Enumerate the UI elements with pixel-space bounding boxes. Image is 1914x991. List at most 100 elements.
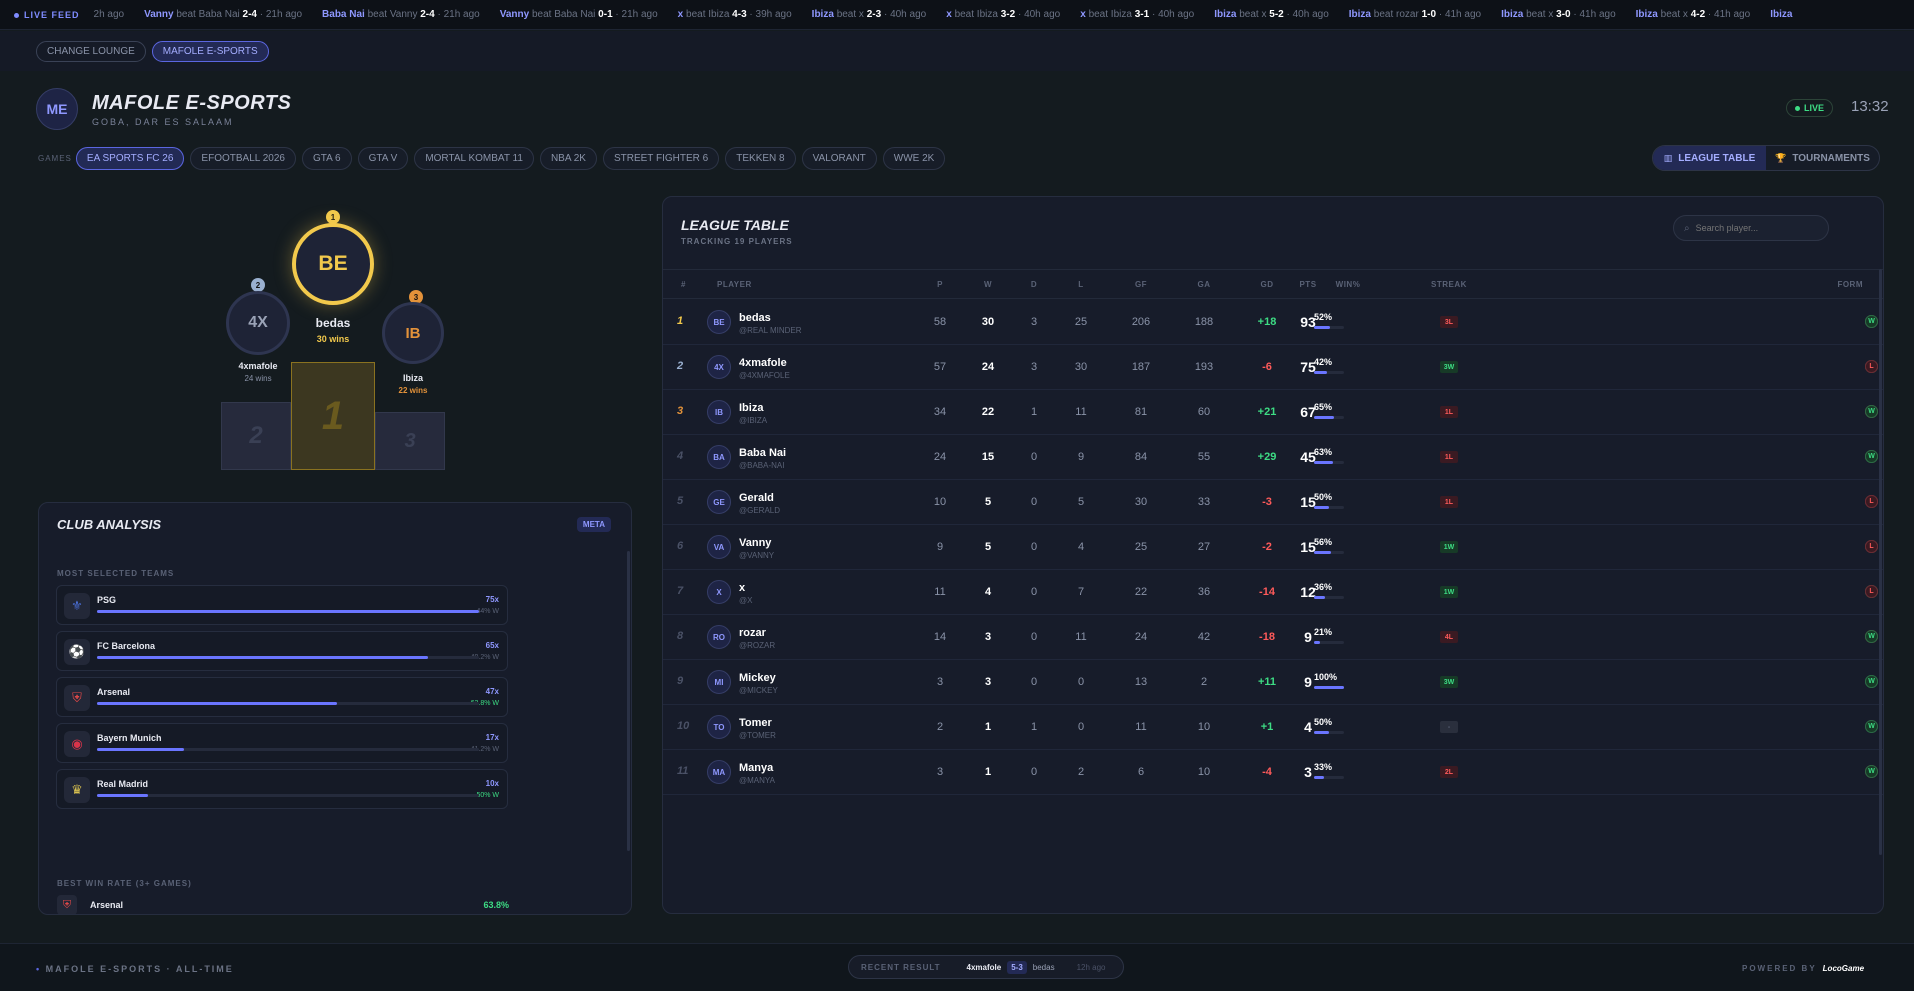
game-filter-gta-v[interactable]: GTA V bbox=[357, 147, 409, 170]
game-filter-valorant[interactable]: VALORANT bbox=[801, 147, 877, 170]
cell-w: 30 bbox=[981, 316, 995, 328]
game-filter-street-fighter-6[interactable]: STREET FIGHTER 6 bbox=[602, 147, 720, 170]
game-filter-tekken-8[interactable]: TEKKEN 8 bbox=[725, 147, 796, 170]
game-filter-efootball-2026[interactable]: EFOOTBALL 2026 bbox=[190, 147, 296, 170]
table-row[interactable]: 1 BE bedas @REAL MINDER 58 30 3 25 206 188 +18 93 52… bbox=[663, 300, 1883, 345]
cell-p: 3 bbox=[936, 676, 944, 688]
ticker-item[interactable]: x beat Ibiza 4-3 · 39h ago bbox=[678, 9, 792, 20]
table-row[interactable]: 10TOTomer@TOMER21101110+1450%-DW bbox=[663, 705, 1883, 750]
table-row[interactable]: 6VAVanny@VANNY95042527-21556%1WWLWLL bbox=[663, 525, 1883, 570]
team-crest-icon: ♛ bbox=[64, 777, 90, 803]
game-filter-mortal-kombat-11[interactable]: MORTAL KOMBAT 11 bbox=[414, 147, 534, 170]
league-table-tab[interactable]: ▥ LEAGUE TABLE bbox=[1653, 146, 1766, 170]
player-name[interactable]: Baba Nai bbox=[739, 447, 786, 459]
player-avatar[interactable]: VA bbox=[707, 535, 731, 559]
cell-ga: 188 bbox=[1194, 316, 1214, 328]
player-name[interactable]: Vanny bbox=[739, 537, 771, 549]
table-row[interactable]: 2 4X 4xmafole @4XMAFOLE 57 24 3 30 187 193 -6 75 42%… bbox=[663, 345, 1883, 390]
search-player-input[interactable] bbox=[1695, 223, 1816, 233]
table-header: # PLAYER P W D L GF GA GD PTS WIN% STREA… bbox=[663, 269, 1883, 299]
tournaments-tab[interactable]: 🏆 TOURNAMENTS bbox=[1766, 146, 1879, 170]
game-filter-gta-6[interactable]: GTA 6 bbox=[301, 147, 352, 170]
cell-l: 11 bbox=[1075, 406, 1087, 418]
ticker-item[interactable]: Ibiza beat x 3-0 · 41h ago bbox=[1501, 9, 1616, 20]
team-usage-fill bbox=[97, 748, 184, 751]
form-badge: L bbox=[1865, 540, 1878, 553]
team-row[interactable]: ⚜ PSG 75x 44% W bbox=[56, 585, 508, 625]
table-row[interactable]: 11MAManya@MANYA3102610-4333%2LLLW bbox=[663, 750, 1883, 795]
team-row[interactable]: ⚽ FC Barcelona 65x 49.2% W bbox=[56, 631, 508, 671]
player-name[interactable]: 4xmafole bbox=[739, 357, 787, 369]
table-row[interactable]: 8ROrozar@ROZAR1430112442-18921%4LLLLLW bbox=[663, 615, 1883, 660]
table-row[interactable]: 3IBIbiza@IBIZA34221118160+216765%1LLWLLW bbox=[663, 390, 1883, 435]
player-avatar[interactable]: TO bbox=[707, 715, 731, 739]
player-avatar[interactable]: MA bbox=[707, 760, 731, 784]
table-row[interactable]: 7Xx@X114072236-141236%1WWLWWL bbox=[663, 570, 1883, 615]
player-name[interactable]: Gerald bbox=[739, 492, 774, 504]
ticker-winner: Ibiza bbox=[1501, 9, 1524, 20]
recent-result[interactable]: RECENT RESULT 4xmafole 5-3 bedas 12h ago bbox=[848, 955, 1124, 979]
podium-first-avatar[interactable]: BE bbox=[292, 223, 374, 305]
current-lounge-button[interactable]: MAFOLE E-SPORTS bbox=[151, 41, 269, 62]
ticker-score: 2-4 bbox=[242, 9, 257, 20]
player-avatar[interactable]: 4X bbox=[707, 355, 731, 379]
player-avatar[interactable]: X bbox=[707, 580, 731, 604]
most-selected-heading: MOST SELECTED TEAMS bbox=[57, 569, 175, 578]
player-avatar[interactable]: BE bbox=[707, 310, 731, 334]
ticker-winner: Ibiza bbox=[1635, 9, 1658, 20]
player-avatar[interactable]: BA bbox=[707, 445, 731, 469]
change-lounge-button[interactable]: CHANGE LOUNGE bbox=[36, 41, 146, 62]
cell-d: 1 bbox=[1030, 406, 1038, 418]
player-name[interactable]: Manya bbox=[739, 762, 773, 774]
cell-d: 0 bbox=[1030, 451, 1038, 463]
club-scrollbar[interactable] bbox=[627, 551, 630, 851]
team-count: 65x bbox=[485, 641, 499, 650]
player-name[interactable]: Ibiza bbox=[739, 402, 763, 414]
brand-logo[interactable]: LocoGame bbox=[1823, 964, 1864, 973]
podium-second-avatar[interactable]: 4X bbox=[226, 291, 290, 355]
team-row[interactable]: ⛨ Arsenal 47x 63.8% W bbox=[56, 677, 508, 717]
player-name[interactable]: Mickey bbox=[739, 672, 776, 684]
cell-l: 0 bbox=[1077, 676, 1085, 688]
player-handle: @ROZAR bbox=[739, 641, 776, 650]
form-badge: W bbox=[1865, 315, 1878, 328]
team-row[interactable]: ♛ Real Madrid 10x 50% W bbox=[56, 769, 508, 809]
team-usage-bar bbox=[97, 702, 479, 705]
podium-third-avatar[interactable]: IB bbox=[382, 302, 444, 364]
player-avatar[interactable]: RO bbox=[707, 625, 731, 649]
table-row[interactable]: 9MIMickey@MICKEY3300132+119100%3WWWW bbox=[663, 660, 1883, 705]
player-avatar[interactable]: IB bbox=[707, 400, 731, 424]
table-row[interactable]: 4 BA Baba Nai @BABA-NAI 24 15 0 9 84 55 +29 45 63% 1L… bbox=[663, 435, 1883, 480]
ticker-item[interactable]: Vanny beat Baba Nai 2-4 · 21h ago bbox=[144, 9, 302, 20]
cell-ga: 2 bbox=[1200, 676, 1208, 688]
table-scrollbar[interactable] bbox=[1879, 269, 1882, 855]
ticker-item[interactable]: Ibiza beat x 5-2 · 40h ago bbox=[1214, 9, 1329, 20]
table-row[interactable]: 5GEGerald@GERALD105053033-31550%1LLWLLL bbox=[663, 480, 1883, 525]
ticker-item[interactable]: x beat Ibiza 3-2 · 40h ago bbox=[946, 9, 1060, 20]
player-avatar[interactable]: GE bbox=[707, 490, 731, 514]
cell-gf: 22 bbox=[1134, 586, 1148, 598]
player-name[interactable]: bedas bbox=[739, 312, 771, 324]
ticker-item[interactable]: Baba Nai beat Vanny 2-4 · 21h ago bbox=[322, 9, 480, 20]
game-filter-wwe-2k[interactable]: WWE 2K bbox=[882, 147, 946, 170]
ticker-item[interactable]: Ibiza beat x 4-2 · 41h ago bbox=[1636, 9, 1751, 20]
ticker-item[interactable]: x beat Ibiza 3-1 · 40h ago bbox=[1080, 9, 1194, 20]
col-streak: STREAK bbox=[1431, 280, 1467, 289]
team-row[interactable]: ◉ Bayern Munich 17x 41.2% W bbox=[56, 723, 508, 763]
player-name[interactable]: x bbox=[739, 582, 745, 594]
ticker-item[interactable]: Vanny beat Baba Nai 0-1 · 21h ago bbox=[500, 9, 658, 20]
live-status-badge: LIVE bbox=[1786, 99, 1834, 117]
game-filter-ea-sports-fc-26[interactable]: EA SPORTS FC 26 bbox=[75, 147, 185, 170]
ticker-item[interactable]: Ibiza bbox=[1770, 9, 1792, 20]
player-name[interactable]: rozar bbox=[739, 627, 766, 639]
win-percent-fill bbox=[1314, 506, 1329, 509]
ticker-item[interactable]: Ibiza beat rozar 1-0 · 41h ago bbox=[1349, 9, 1481, 20]
player-name[interactable]: Tomer bbox=[739, 717, 772, 729]
podium-third-wins: 22 wins bbox=[398, 386, 428, 395]
ticker-item[interactable]: Ibiza beat x 2-3 · 40h ago bbox=[812, 9, 927, 20]
best-win-row[interactable]: ⛨ Arsenal 63.8% bbox=[57, 895, 509, 914]
cell-d: 0 bbox=[1030, 496, 1038, 508]
game-filter-nba-2k[interactable]: NBA 2K bbox=[539, 147, 597, 170]
ticker-item[interactable]: 2h ago bbox=[94, 9, 125, 20]
player-avatar[interactable]: MI bbox=[707, 670, 731, 694]
